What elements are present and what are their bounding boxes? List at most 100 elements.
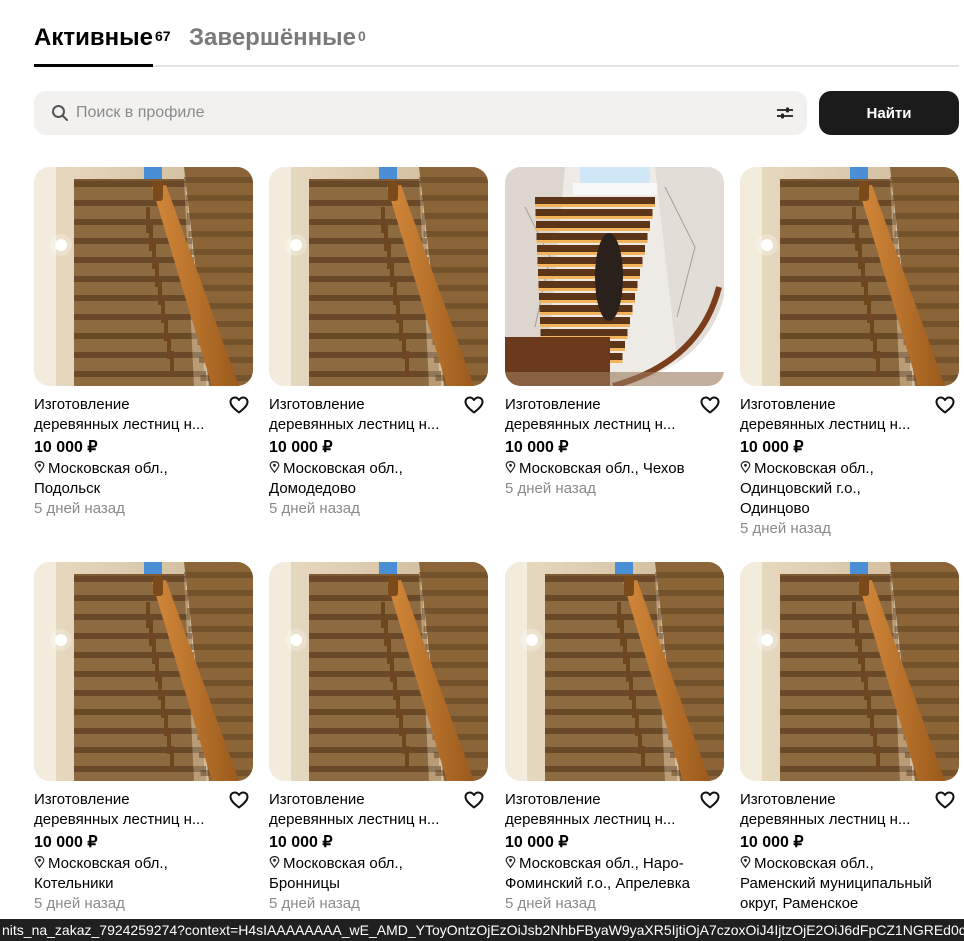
listing-price: 10 000 ₽	[740, 834, 804, 851]
listing-photo[interactable]	[740, 167, 959, 386]
map-pin-icon	[740, 461, 751, 473]
map-pin-icon	[505, 461, 516, 473]
listing-location-line: Бронницы	[269, 875, 340, 892]
find-button[interactable]: Найти	[819, 91, 959, 135]
listing-card[interactable]: Изготовление деревянных лестниц н... 10 …	[34, 167, 253, 519]
listing-card[interactable]: Изготовление деревянных лестниц н... 10 …	[740, 562, 959, 914]
listing-location-line: Раменский муниципальный	[740, 875, 932, 892]
listing-price: 10 000 ₽	[34, 439, 98, 456]
heart-icon[interactable]	[935, 396, 955, 414]
listing-photo[interactable]	[269, 167, 488, 386]
listing-card[interactable]: Изготовление деревянных лестниц н... 10 …	[269, 562, 488, 914]
listing-location-line: Московская обл.,	[34, 854, 253, 874]
listing-location-line: Одинцовский г.о.,	[740, 480, 861, 497]
listing-title[interactable]: Изготовление	[740, 790, 929, 810]
listing-photo[interactable]	[269, 562, 488, 781]
listing-title-continued[interactable]: деревянных лестниц н...	[269, 810, 458, 830]
listing-date: 5 дней назад	[34, 500, 125, 517]
listing-price: 10 000 ₽	[269, 834, 333, 851]
photo-wood-staircase	[505, 562, 724, 781]
listing-photo[interactable]	[740, 562, 959, 781]
listing-title-row: Изготовление деревянных лестниц н...	[740, 395, 959, 435]
listing-title-continued[interactable]: деревянных лестниц н...	[505, 415, 694, 435]
listing-location-line: Московская обл., Наро-	[505, 854, 724, 874]
tab-active-label: Активные	[34, 24, 153, 51]
tab-completed[interactable]: Завершённые 0	[189, 22, 366, 54]
heart-icon[interactable]	[935, 791, 955, 809]
listing-title-row: Изготовление деревянных лестниц н...	[34, 790, 253, 830]
listing-card[interactable]: Изготовление деревянных лестниц н... 10 …	[505, 562, 724, 914]
map-pin-icon	[740, 856, 751, 868]
listing-title[interactable]: Изготовление	[34, 790, 223, 810]
listing-photo[interactable]	[34, 167, 253, 386]
search-input[interactable]	[76, 91, 756, 135]
map-pin-icon	[269, 461, 280, 473]
tab-active[interactable]: Активные 67	[34, 22, 171, 54]
sliders-icon[interactable]	[777, 106, 793, 120]
heart-icon[interactable]	[700, 791, 720, 809]
listing-title-continued[interactable]: деревянных лестниц н...	[34, 810, 223, 830]
listing-location-line: Фоминский г.о., Апрелевка	[505, 875, 690, 892]
listing-location-line: Котельники	[34, 875, 114, 892]
photo-wood-staircase	[34, 562, 253, 781]
listing-title-continued[interactable]: деревянных лестниц н...	[740, 415, 929, 435]
photo-wood-staircase	[269, 167, 488, 386]
listing-price: 10 000 ₽	[505, 834, 569, 851]
listing-title-row: Изготовление деревянных лестниц н...	[269, 395, 488, 435]
listing-title-row: Изготовление деревянных лестниц н...	[505, 790, 724, 830]
listing-date: 5 дней назад	[34, 895, 125, 912]
photo-wood-staircase	[740, 562, 959, 781]
listing-location-line: Подольск	[34, 480, 101, 497]
listing-location-line: Московская обл.,	[740, 459, 959, 479]
listing-title-continued[interactable]: деревянных лестниц н...	[505, 810, 694, 830]
listing-title[interactable]: Изготовление	[34, 395, 223, 415]
tab-completed-count: 0	[358, 28, 366, 44]
active-tab-indicator	[34, 64, 153, 67]
listing-title-continued[interactable]: деревянных лестниц н...	[740, 810, 929, 830]
listing-card[interactable]: Изготовление деревянных лестниц н... 10 …	[269, 167, 488, 519]
listing-title-continued[interactable]: деревянных лестниц н...	[269, 415, 458, 435]
listing-location-line: округ, Раменское	[740, 895, 859, 912]
tab-completed-label: Завершённые	[189, 24, 357, 51]
listing-location-line: Московская обл., Чехов	[505, 459, 724, 479]
listing-title[interactable]: Изготовление	[740, 395, 929, 415]
listing-location-line: Домодедово	[269, 480, 356, 497]
listing-date: 5 дней назад	[740, 520, 831, 537]
listing-location-line: Московская обл.,	[34, 459, 253, 479]
photo-spiral-staircase	[505, 167, 724, 386]
listing-card[interactable]: Изготовление деревянных лестниц н... 10 …	[34, 562, 253, 914]
listing-location-line: Московская обл.,	[269, 854, 488, 874]
listing-title-row: Изготовление деревянных лестниц н...	[269, 790, 488, 830]
listing-price: 10 000 ₽	[740, 439, 804, 456]
listing-title[interactable]: Изготовление	[505, 790, 694, 810]
listing-price: 10 000 ₽	[269, 439, 333, 456]
listing-title-row: Изготовление деревянных лестниц н...	[34, 395, 253, 435]
listing-date: 5 дней назад	[269, 500, 360, 517]
status-bar-url: nits_na_zakaz_7924259274?context=H4sIAAA…	[0, 919, 964, 941]
map-pin-icon	[269, 856, 280, 868]
photo-wood-staircase	[269, 562, 488, 781]
map-pin-icon	[505, 856, 516, 868]
listing-card[interactable]: Изготовление деревянных лестниц н... 10 …	[505, 167, 724, 499]
listing-title[interactable]: Изготовление	[505, 395, 694, 415]
search-icon	[52, 105, 68, 121]
listing-price: 10 000 ₽	[505, 439, 569, 456]
listing-photo[interactable]	[505, 167, 724, 386]
listing-title[interactable]: Изготовление	[269, 395, 458, 415]
heart-icon[interactable]	[229, 791, 249, 809]
tabs-bar: Активные 67 Завершённые 0	[34, 0, 959, 67]
listing-date: 5 дней назад	[269, 895, 360, 912]
listing-photo[interactable]	[34, 562, 253, 781]
listing-title-continued[interactable]: деревянных лестниц н...	[34, 415, 223, 435]
listing-title[interactable]: Изготовление	[269, 790, 458, 810]
listing-card[interactable]: Изготовление деревянных лестниц н... 10 …	[740, 167, 959, 539]
listing-photo[interactable]	[505, 562, 724, 781]
listing-location-line: Одинцово	[740, 500, 810, 517]
heart-icon[interactable]	[464, 396, 484, 414]
heart-icon[interactable]	[464, 791, 484, 809]
heart-icon[interactable]	[700, 396, 720, 414]
listing-location-line: Московская обл.,	[269, 459, 488, 479]
photo-wood-staircase	[740, 167, 959, 386]
map-pin-icon	[34, 856, 45, 868]
heart-icon[interactable]	[229, 396, 249, 414]
